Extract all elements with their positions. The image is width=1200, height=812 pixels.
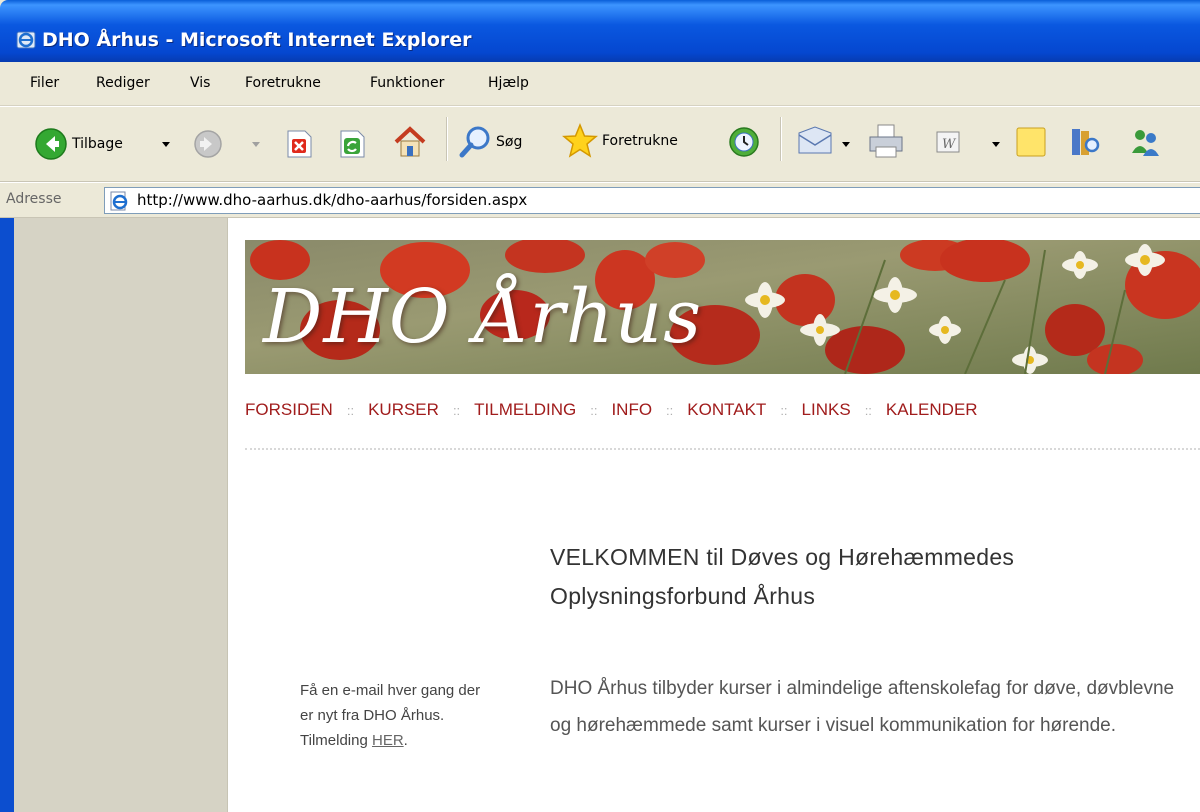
address-input[interactable]: http://www.dho-aarhus.dk/dho-aarhus/fors… — [104, 187, 1200, 214]
messenger-people-icon — [1132, 130, 1159, 156]
nav-separator: :: — [864, 403, 872, 418]
back-label: Tilbage — [72, 136, 123, 152]
discuss-button[interactable] — [1014, 125, 1048, 159]
menu-favorites[interactable]: Foretrukne — [245, 75, 321, 91]
nav-forsiden[interactable]: FORSIDEN — [245, 400, 333, 419]
newsletter-period: . — [403, 732, 408, 749]
history-icon — [729, 127, 759, 157]
research-books-icon — [1072, 129, 1100, 155]
search-button[interactable]: Søg — [458, 125, 522, 159]
edit-word-button[interactable]: W — [934, 129, 964, 157]
address-url: http://www.dho-aarhus.dk/dho-aarhus/fors… — [137, 191, 528, 209]
search-label: Søg — [496, 134, 523, 150]
menu-help[interactable]: Hjælp — [488, 75, 529, 91]
toolbar-separator — [446, 117, 448, 161]
page-icon — [110, 191, 128, 211]
favorites-button[interactable]: Foretrukne — [562, 123, 678, 159]
toolbar: Tilbage Søg Foretrukne W — [0, 106, 1200, 182]
newsletter-note: Få en e-mail hver gang der er nyt fra DH… — [300, 678, 490, 753]
favorites-star-icon — [562, 123, 598, 158]
intro-paragraph: DHO Århus tilbyder kurser i almindelige … — [550, 678, 1175, 736]
nav-info[interactable]: INFO — [611, 400, 652, 419]
menu-edit[interactable]: Rediger — [96, 75, 150, 91]
main-navigation: FORSIDEN:: KURSER:: TILMELDING:: INFO:: KONT… — [245, 400, 978, 422]
print-button[interactable] — [866, 123, 906, 159]
nav-kurser[interactable]: KURSER — [368, 400, 439, 419]
browser-viewport: DHO Århus FORSIDEN:: KURSER:: TILMELDING::… — [0, 218, 1200, 812]
nav-kontakt[interactable]: KONTAKT — [687, 400, 766, 419]
window-frame — [0, 218, 14, 812]
history-button[interactable] — [727, 125, 761, 159]
address-label: Adresse — [6, 191, 62, 207]
word-document-icon: W — [936, 131, 960, 153]
mail-dropdown-arrow[interactable] — [842, 142, 850, 147]
menu-tools[interactable]: Funktioner — [370, 75, 444, 91]
header-banner: DHO Århus — [245, 240, 1200, 374]
mail-button[interactable] — [796, 125, 834, 157]
nav-kalender[interactable]: KALENDER — [886, 400, 978, 419]
nav-tilmelding[interactable]: TILMELDING — [474, 400, 576, 419]
newsletter-signup-link[interactable]: HER — [372, 732, 404, 749]
banner-title: DHO Århus — [263, 274, 703, 360]
nav-separator: :: — [666, 403, 674, 418]
svg-text:W: W — [942, 137, 957, 152]
home-button[interactable] — [392, 125, 428, 159]
printer-icon — [869, 124, 903, 158]
favorites-label: Foretrukne — [602, 133, 678, 149]
welcome-heading: VELKOMMEN til Døves og Hørehæmmedes Oply… — [550, 544, 1015, 609]
back-button[interactable]: Tilbage — [34, 127, 123, 161]
forward-button[interactable] — [193, 129, 223, 159]
menu-file[interactable]: Filer — [30, 75, 59, 91]
refresh-button[interactable] — [338, 129, 366, 159]
page-left-margin — [14, 218, 228, 812]
nav-separator: :: — [590, 403, 598, 418]
internet-explorer-icon — [16, 31, 36, 49]
messenger-button[interactable] — [1128, 125, 1162, 159]
menu-view[interactable]: Vis — [190, 75, 210, 91]
toolbar-separator — [780, 117, 782, 161]
menu-bar: Filer Rediger Vis Foretrukne Funktioner … — [0, 62, 1200, 106]
stop-icon — [287, 130, 312, 158]
research-button[interactable] — [1068, 125, 1102, 159]
back-dropdown-arrow[interactable] — [162, 142, 170, 147]
forward-dropdown-arrow — [252, 142, 260, 147]
title-bar[interactable]: DHO Århus - Microsoft Internet Explorer — [0, 0, 1200, 62]
sticky-note-icon — [1016, 127, 1046, 157]
nav-separator: :: — [346, 403, 355, 418]
nav-divider — [245, 448, 1200, 450]
nav-links[interactable]: LINKS — [802, 400, 851, 419]
mail-icon — [798, 126, 832, 154]
forward-arrow-icon — [194, 130, 222, 158]
home-icon — [394, 126, 426, 157]
nav-separator: :: — [780, 403, 788, 418]
address-bar: Adresse http://www.dho-aarhus.dk/dho-aar… — [0, 182, 1200, 218]
window-title: DHO Århus - Microsoft Internet Explorer — [42, 29, 472, 51]
nav-separator: :: — [452, 403, 461, 418]
search-icon — [459, 126, 490, 158]
stop-button[interactable] — [285, 129, 313, 159]
back-arrow-icon — [35, 128, 67, 160]
refresh-icon — [340, 130, 365, 158]
edit-dropdown-arrow[interactable] — [992, 142, 1000, 147]
